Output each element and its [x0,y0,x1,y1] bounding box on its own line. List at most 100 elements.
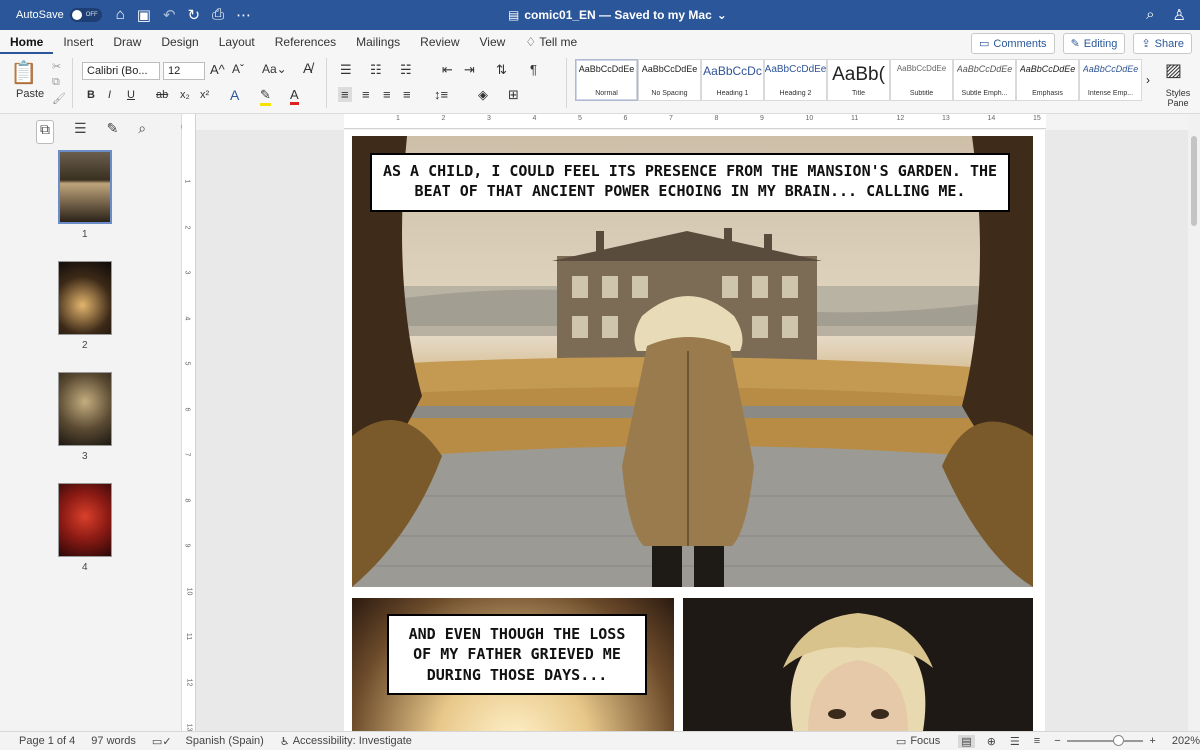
focus-icon[interactable]: ▭ [896,735,906,748]
horizontal-ruler[interactable]: 1 2 3 4 5 6 7 8 9 10 11 12 13 14 15 [344,114,1046,129]
account-icon[interactable]: ♙ [1173,6,1186,24]
language-label[interactable]: Spanish (Spain) [186,735,264,747]
save-icon[interactable]: ▣ [137,6,151,24]
tab-references[interactable]: References [265,35,346,54]
tab-mailings[interactable]: Mailings [346,35,410,54]
document-canvas[interactable]: AS A CHILD, I COULD FEEL ITS PRESENCE FR… [196,130,1188,731]
page-thumbnail[interactable] [58,483,112,557]
accessibility-icon[interactable]: ♿ [280,735,290,748]
edit-icon[interactable]: ✎ [107,120,119,144]
underline-icon[interactable]: U [127,89,135,101]
font-name-select[interactable]: Calibri (Bo... [82,62,160,80]
grow-font-icon[interactable]: A^ [210,62,225,77]
accessibility-status[interactable]: Accessibility: Investigate [293,735,412,747]
subscript-icon[interactable]: x₂ [180,89,190,101]
document-title[interactable]: ▤ comic01_EN — Saved to my Mac ⌄ [508,8,727,22]
format-painter-icon[interactable]: 🖌 [52,92,66,105]
zoom-level[interactable]: 202% [1172,735,1200,747]
pilcrow-icon[interactable]: ¶ [530,62,537,77]
clear-formatting-icon[interactable]: A̸ [303,60,312,76]
word-count[interactable]: 97 words [91,735,136,747]
scrollbar-thumb[interactable] [1191,136,1197,226]
autosave[interactable]: AutoSave OFF [16,8,102,22]
style-subtitle[interactable]: AaBbCcDdEe Subtitle [890,59,953,101]
style-subtle-emphasis[interactable]: AaBbCcDdEe Subtle Emph... [953,59,1016,101]
style-title[interactable]: AaBb( Title [827,59,890,101]
bold-icon[interactable]: B [87,89,95,101]
paste-label[interactable]: Paste [16,88,44,100]
page-count[interactable]: Page 1 of 4 [19,735,75,747]
styles-pane-label[interactable]: Styles Pane [1162,88,1194,108]
print-icon[interactable]: ⎙ [212,6,224,24]
shading-icon[interactable]: ◈ [478,87,488,103]
style-heading-2[interactable]: AaBbCcDdEe Heading 2 [764,59,827,101]
outline-icon[interactable]: ☰ [74,120,87,144]
style-normal[interactable]: AaBbCcDdEe Normal [575,59,638,101]
tab-draw[interactable]: Draw [103,35,151,54]
numbering-icon[interactable]: ☷ [370,62,382,78]
thumbnails-icon[interactable]: ⧉ [36,120,54,144]
zoom-slider-thumb[interactable] [1112,735,1124,746]
page-thumbnail[interactable] [58,150,112,224]
zoom-out-icon[interactable]: − [1054,735,1060,747]
tell-me[interactable]: ♢ Tell me [515,35,587,54]
comments-button[interactable]: ▭ Comments [970,33,1055,54]
italic-icon[interactable]: I [108,89,111,101]
style-no-spacing[interactable]: AaBbCcDdEe No Spacing [638,59,701,101]
styles-pane-icon[interactable]: ▨ [1165,60,1182,81]
tab-home[interactable]: Home [0,35,54,54]
chevron-right-icon[interactable]: › [1146,73,1150,107]
print-layout-icon[interactable]: ▤ [958,734,975,748]
superscript-icon[interactable]: x² [200,89,209,101]
more-icon[interactable]: ⋯ [236,6,251,24]
align-center-icon[interactable]: ≡ [362,87,370,102]
sort-icon[interactable]: ⇅ [496,62,507,78]
outline-view-icon[interactable]: ☰ [1010,735,1020,748]
home-icon[interactable]: ⌂ [116,6,125,24]
align-right-icon[interactable]: ≡ [383,87,391,102]
copy-icon[interactable]: ⧉ [52,76,60,89]
search-icon[interactable]: ⌕ [138,120,146,144]
text-effects-icon[interactable]: A [230,87,239,103]
focus-label[interactable]: Focus [910,735,940,747]
borders-icon[interactable]: ⊞ [508,87,519,103]
style-emphasis[interactable]: AaBbCcDdEe Emphasis [1016,59,1079,101]
vertical-ruler[interactable]: 1 2 3 4 5 6 7 8 9 10 11 12 13 [182,114,196,731]
page-thumbnail[interactable] [58,372,112,446]
tab-design[interactable]: Design [151,35,208,54]
tab-view[interactable]: View [470,35,516,54]
align-left-icon[interactable]: ≡ [338,87,352,102]
search-icon[interactable]: ⌕ [1146,6,1154,24]
tab-insert[interactable]: Insert [53,35,103,54]
autosave-toggle[interactable]: OFF [69,8,102,22]
multilevel-list-icon[interactable]: ☵ [400,62,412,78]
zoom-in-icon[interactable]: + [1149,735,1155,747]
share-button[interactable]: ⇪ Share [1133,33,1192,54]
cut-icon[interactable]: ✂ [52,60,61,73]
web-layout-icon[interactable]: ⊕ [987,735,996,748]
zoom-slider[interactable] [1066,735,1144,746]
justify-icon[interactable]: ≡ [403,87,411,102]
decrease-indent-icon[interactable]: ⇤ [442,62,453,78]
tab-review[interactable]: Review [410,35,469,54]
redo-icon[interactable]: ↻ [188,6,201,24]
undo-icon[interactable]: ↶ [163,6,176,24]
vertical-scrollbar[interactable] [1188,114,1200,731]
change-case-icon[interactable]: Aa⌄ [262,62,287,76]
bullets-icon[interactable]: ☰ [340,62,352,78]
page-thumbnail[interactable] [58,261,112,335]
paste-icon[interactable]: 📋 [10,60,37,86]
shrink-font-icon[interactable]: Aˇ [232,62,244,76]
proofing-icon[interactable]: ▭✓ [152,735,172,748]
line-spacing-icon[interactable]: ↕≡ [434,87,448,102]
editing-button[interactable]: ✎ Editing [1062,33,1126,54]
draft-view-icon[interactable]: ≡ [1034,735,1040,747]
font-color-icon[interactable]: A [290,87,299,105]
increase-indent-icon[interactable]: ⇥ [464,62,475,78]
strikethrough-icon[interactable]: ab [156,89,168,101]
style-intense-emphasis[interactable]: AaBbCcDdEe Intense Emp... [1079,59,1142,101]
font-size-select[interactable]: 12 [163,62,205,80]
highlight-icon[interactable]: ✎ [260,87,271,106]
tab-layout[interactable]: Layout [209,35,265,54]
style-heading-1[interactable]: AaBbCcDc Heading 1 [701,59,764,101]
